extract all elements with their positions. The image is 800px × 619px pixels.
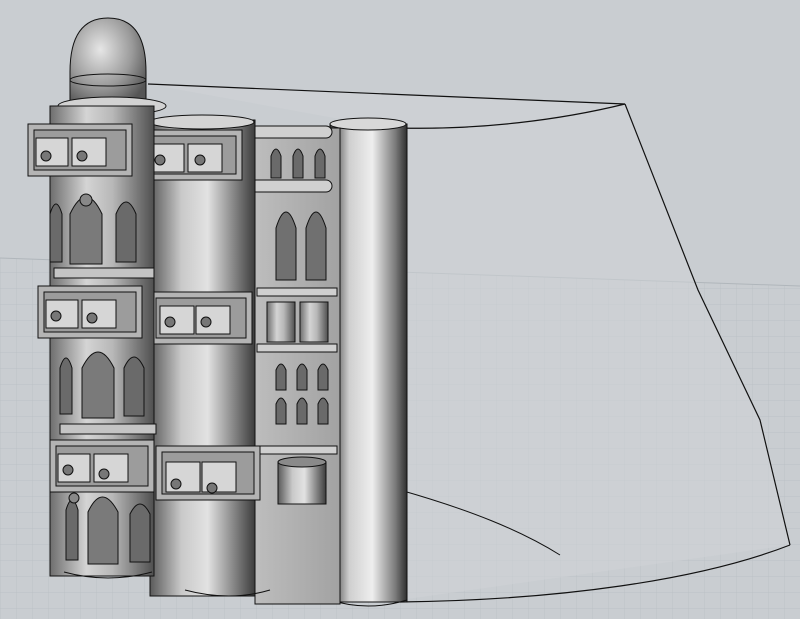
3d-viewport[interactable] bbox=[0, 0, 800, 619]
scene-canvas bbox=[0, 0, 800, 619]
tower-bracket-level-1 bbox=[27, 123, 133, 177]
tower-bracket-level-3 bbox=[49, 439, 155, 493]
facade-lower-drum bbox=[277, 456, 327, 505]
facade-window-row-top bbox=[270, 148, 326, 179]
middle-bracket-level-1 bbox=[139, 129, 243, 181]
tall-cylinder-column[interactable] bbox=[329, 117, 408, 607]
middle-bracket-level-3 bbox=[155, 445, 261, 501]
tower-bracket-level-2 bbox=[37, 285, 143, 339]
flat-facade-panel[interactable] bbox=[249, 125, 341, 605]
middle-bracket-level-2 bbox=[149, 291, 253, 345]
middle-cylinder-tower[interactable] bbox=[139, 114, 271, 597]
